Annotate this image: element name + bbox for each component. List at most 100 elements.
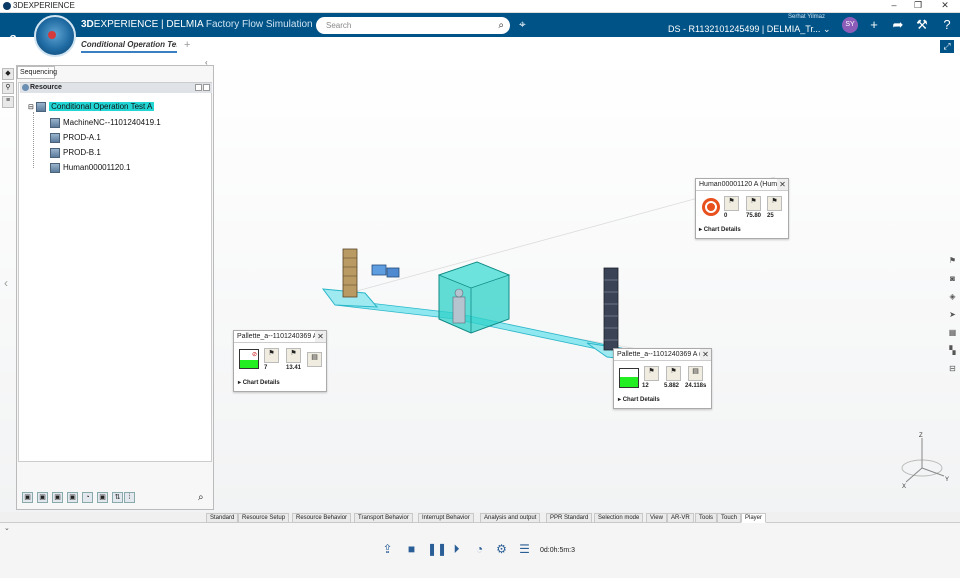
tree-item-human[interactable]: Human00001120.1 (50, 163, 130, 173)
axis-triad[interactable]: Z X Y (892, 430, 952, 490)
axis-z-label: Z (919, 433, 923, 439)
tab-sequencing[interactable]: Sequencing (17, 66, 57, 79)
tab-touch[interactable]: Touch (717, 513, 742, 523)
context-selector[interactable]: DS - R1132101245499 | DELMIA_Tr... ⌄ (668, 24, 830, 35)
tab-tools[interactable]: Tools (695, 513, 718, 523)
window-titlebar: 3DEXPERIENCE – ❐ ✕ (0, 0, 960, 13)
chart-details-toggle[interactable]: ▸ Chart Details (618, 396, 660, 403)
chart-details-toggle[interactable]: ▸ Chart Details (699, 226, 741, 233)
panel-collapse-icon[interactable]: ‹ (205, 58, 208, 67)
tree-header-buttons[interactable] (194, 84, 210, 93)
tag-icon[interactable]: ⌖ (519, 17, 526, 32)
tab-resource-behavior[interactable]: Resource Behavior (292, 513, 352, 523)
popup-title-text: Pallette_a--1101240369 A ( (617, 351, 702, 358)
axis-y-label: Y (945, 477, 949, 483)
tree-item-prod-b[interactable]: PROD-B.1 (50, 148, 101, 158)
chart-details-toggle[interactable]: ▸ Chart Details (238, 379, 280, 386)
minimize-panel-button[interactable] (203, 84, 210, 91)
chart-icon[interactable]: ▚ (947, 346, 958, 357)
maximize-button[interactable]: ❐ (908, 0, 928, 11)
tree-item-machine[interactable]: MachineNC--1101240419.1 (50, 118, 161, 128)
settings-icon[interactable]: ⚙ (494, 542, 509, 557)
tree-item-prod-a[interactable]: PROD-A.1 (50, 133, 101, 143)
timeline-icon[interactable]: ⊟ (947, 364, 958, 375)
right-pallet-stack (603, 267, 619, 351)
list-icon[interactable]: ☰ (517, 542, 532, 557)
tab-resource-setup[interactable]: Resource Setup (238, 513, 290, 523)
capacity-gauge: ⊘ (239, 349, 259, 369)
tab-analysis-and-output[interactable]: Analysis and output (480, 513, 541, 523)
speed-gauge-icon[interactable]: ◔ (472, 542, 487, 557)
tab-standard[interactable]: Standard (206, 513, 239, 523)
resource-tree (18, 82, 212, 462)
tab-transport-behavior[interactable]: Transport Behavior (354, 513, 413, 523)
help-icon[interactable]: ? (939, 17, 955, 32)
chevron-down-icon[interactable]: ⌄ (4, 524, 10, 532)
search-input[interactable]: Search ⌕ (316, 17, 510, 34)
tree-icon[interactable]: ⚲ (2, 82, 14, 94)
stat-value: 0 (724, 213, 728, 219)
window-title: 3DEXPERIENCE (13, 1, 75, 10)
tree-root[interactable]: ⊟ Conditional Operation Test A (28, 102, 155, 112)
tool-icon-4[interactable]: ▣ (67, 492, 78, 503)
close-window-button[interactable]: ✕ (935, 0, 955, 11)
export-icon[interactable]: ⇪ (380, 542, 395, 557)
table-icon[interactable]: ▦ (947, 328, 958, 339)
pin-icon[interactable]: ◆ (2, 68, 14, 80)
popup-title: Pallette_a--1101240369 A (✕ (614, 349, 711, 361)
flag-icon[interactable]: ⚑ (947, 256, 958, 267)
add-icon[interactable]: + (866, 17, 882, 32)
tool-icon-5[interactable]: ◔ (82, 492, 93, 503)
tab-view[interactable]: View (646, 513, 667, 523)
filter-icon[interactable]: ≡ (2, 96, 14, 108)
collapse-left-icon[interactable]: ‹ (4, 276, 8, 290)
app-icon (3, 2, 11, 10)
tool-icon-1[interactable]: ▣ (22, 492, 33, 503)
tab-player[interactable]: Player (741, 513, 767, 523)
stop-button[interactable]: ■ (404, 542, 419, 557)
expand-panel-button[interactable] (195, 84, 202, 91)
tool-icon-8[interactable]: ⁞ (124, 492, 135, 503)
gauge-fill (620, 377, 638, 387)
tool-icon-2[interactable]: ▣ (37, 492, 48, 503)
human-head (454, 288, 464, 298)
right-toolstrip: ⚑ ◙ ◈ ➤ ▦ ▚ ⊟ (944, 248, 960, 383)
search-icon[interactable]: ⌕ (498, 20, 504, 31)
tree-item-label: MachineNC--1101240419.1 (63, 118, 161, 128)
tab-ar-vr[interactable]: AR-VR (667, 513, 694, 523)
resource-icon (22, 84, 29, 91)
close-icon[interactable]: ✕ (315, 331, 326, 342)
simulation-time: 0d:0h:5m:3 (540, 547, 576, 554)
camera-icon[interactable]: ◙ (947, 274, 958, 285)
stat-value: 25 (767, 213, 774, 219)
step-forward-button[interactable]: ⏵ (449, 542, 464, 557)
minimize-button[interactable]: – (884, 0, 904, 10)
tool-icon-3[interactable]: ▣ (52, 492, 63, 503)
tool-icon-7[interactable]: ⇅ (112, 492, 123, 503)
expand-icon[interactable]: ⤢ (940, 40, 954, 53)
tree-item-label: Human00001120.1 (63, 163, 131, 173)
factory-scene[interactable] (215, 57, 960, 512)
tree-expand-icon[interactable]: ⊟ (28, 104, 34, 111)
tab-conditional-operation[interactable]: Conditional Operation Tes (81, 40, 177, 53)
close-icon[interactable]: ✕ (700, 349, 711, 360)
magnifier-icon[interactable]: ⌕ (198, 492, 204, 503)
tab-selection-mode[interactable]: Selection mode (594, 513, 644, 523)
compass-icon[interactable] (34, 15, 76, 57)
tool-icon-6[interactable]: ▣ (97, 492, 108, 503)
close-icon[interactable]: ✕ (777, 179, 788, 190)
pause-button[interactable]: ❚❚ (427, 542, 447, 557)
gauge-fill (240, 359, 258, 368)
chevron-down-icon: ⌄ (822, 24, 831, 34)
run-icon[interactable]: ➤ (947, 310, 958, 321)
avatar[interactable]: SY (842, 17, 858, 33)
cube-icon[interactable]: ◈ (947, 292, 958, 303)
add-tab-button[interactable]: + (184, 39, 190, 51)
status-stop-icon (702, 198, 720, 216)
tools-icon[interactable]: ⚒ (914, 17, 930, 33)
share-icon[interactable]: ➦ (890, 17, 906, 33)
app-name: Factory Flow Simulation (205, 19, 313, 30)
tab-ppr-standard[interactable]: PPR Standard (546, 513, 593, 523)
tab-interrupt-behavior[interactable]: Interrupt Behavior (418, 513, 474, 523)
popup-title: Human00001120 A (Hum ✕ (696, 179, 788, 191)
